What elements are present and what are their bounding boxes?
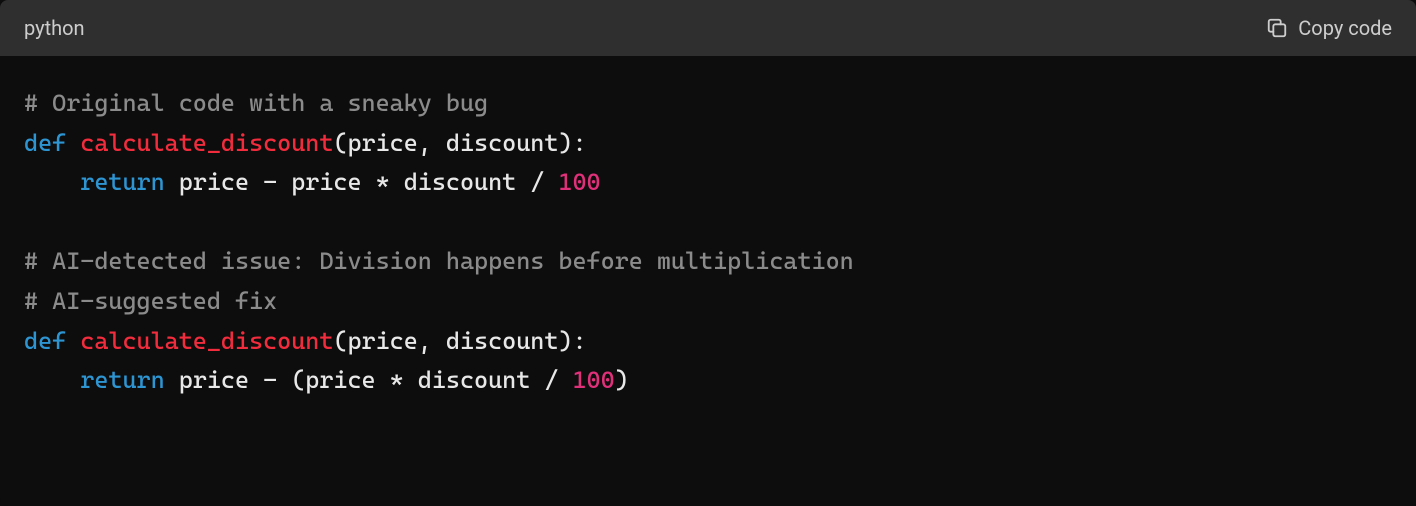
copy-icon (1266, 17, 1288, 39)
code-line: # Original code with a sneaky bug (24, 84, 1392, 124)
text-token (66, 327, 80, 355)
code-block: python Copy code # Original code with a … (0, 0, 1416, 506)
text-token: (price, discount): (333, 129, 586, 157)
code-line: # AI-suggested fix (24, 282, 1392, 322)
comment-token: # AI-detected issue: Division happens be… (24, 247, 854, 275)
blank-line (24, 203, 1392, 243)
keyword-token: return (80, 366, 164, 394)
language-label: python (24, 16, 85, 40)
function-token: calculate_discount (80, 327, 333, 355)
code-line: # AI-detected issue: Division happens be… (24, 242, 1392, 282)
comment-token: # AI-suggested fix (24, 287, 277, 315)
code-line: return price - price * discount / 100 (24, 163, 1392, 203)
comment-token: # Original code with a sneaky bug (24, 89, 488, 117)
copy-code-button[interactable]: Copy code (1266, 16, 1392, 40)
text-token: (price, discount): (333, 327, 586, 355)
code-line: def calculate_discount(price, discount): (24, 124, 1392, 164)
code-line: return price - (price * discount / 100) (24, 361, 1392, 401)
function-token: calculate_discount (80, 129, 333, 157)
code-header: python Copy code (0, 0, 1416, 56)
text-token (66, 129, 80, 157)
number-token: 100 (558, 168, 600, 196)
keyword-token: return (80, 168, 164, 196)
keyword-token: def (24, 327, 66, 355)
indent-token (24, 366, 80, 394)
code-content: # Original code with a sneaky bug def ca… (0, 56, 1416, 429)
number-token: 100 (572, 366, 614, 394)
code-line: def calculate_discount(price, discount): (24, 322, 1392, 362)
text-token: ) (615, 366, 629, 394)
keyword-token: def (24, 129, 66, 157)
text-token: price - (price * discount / (165, 366, 573, 394)
text-token: price - price * discount / (165, 168, 559, 196)
indent-token (24, 168, 80, 196)
copy-code-label: Copy code (1298, 16, 1392, 40)
